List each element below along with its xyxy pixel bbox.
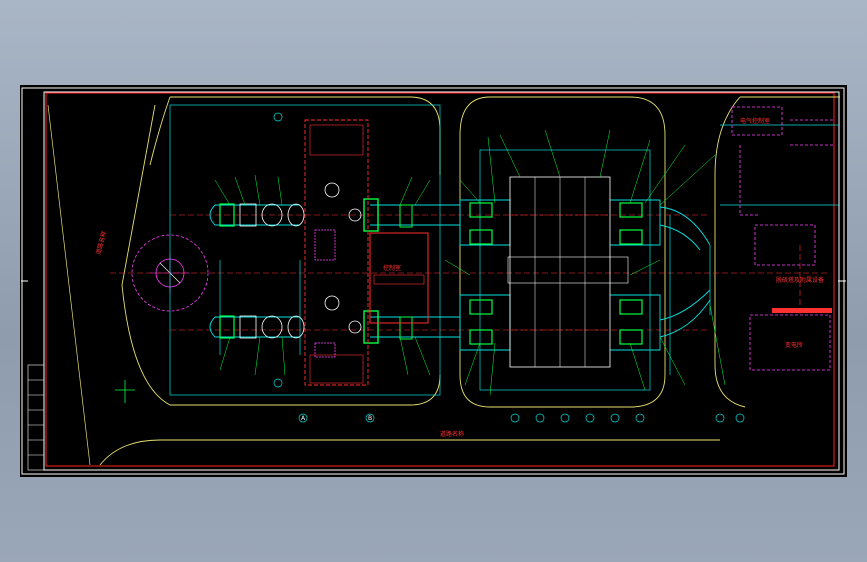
fan-house [304,119,369,386]
filter-bank [507,176,629,368]
outer-frame [21,87,845,475]
electrical-room-label: 电气控制室 [740,117,770,125]
cad-viewport[interactable]: 控制室 电气控制室 脱硫塔及附属设备 变电所 A B 道路名称 道路名称 [20,85,847,477]
control-room-label: 控制室 [383,264,401,272]
red-bar [772,308,832,313]
site-boundaries [47,96,840,466]
desulfur-label: 脱硫塔及附属设备 [776,276,824,284]
right-buildings [731,106,835,371]
compass-icon [115,380,135,403]
road-label-bottom: 道路名称 [440,430,464,438]
grid-bubbles [273,112,745,423]
leader-lines [214,129,726,396]
road-label-left: 道路名称 [94,230,108,255]
title-block [27,364,45,471]
ducts-lower [209,289,711,351]
duct-frames [169,104,840,396]
grid-label-b: B [368,415,372,422]
equipment-upper [219,198,643,245]
cad-drawing: 控制室 电气控制室 脱硫塔及附属设备 变电所 A B 道路名称 道路名称 [21,87,846,475]
inner-frame [43,91,840,471]
substation-label: 变电所 [785,341,803,349]
ducts-upper [209,199,711,251]
control-room: 控制室 [369,232,429,324]
